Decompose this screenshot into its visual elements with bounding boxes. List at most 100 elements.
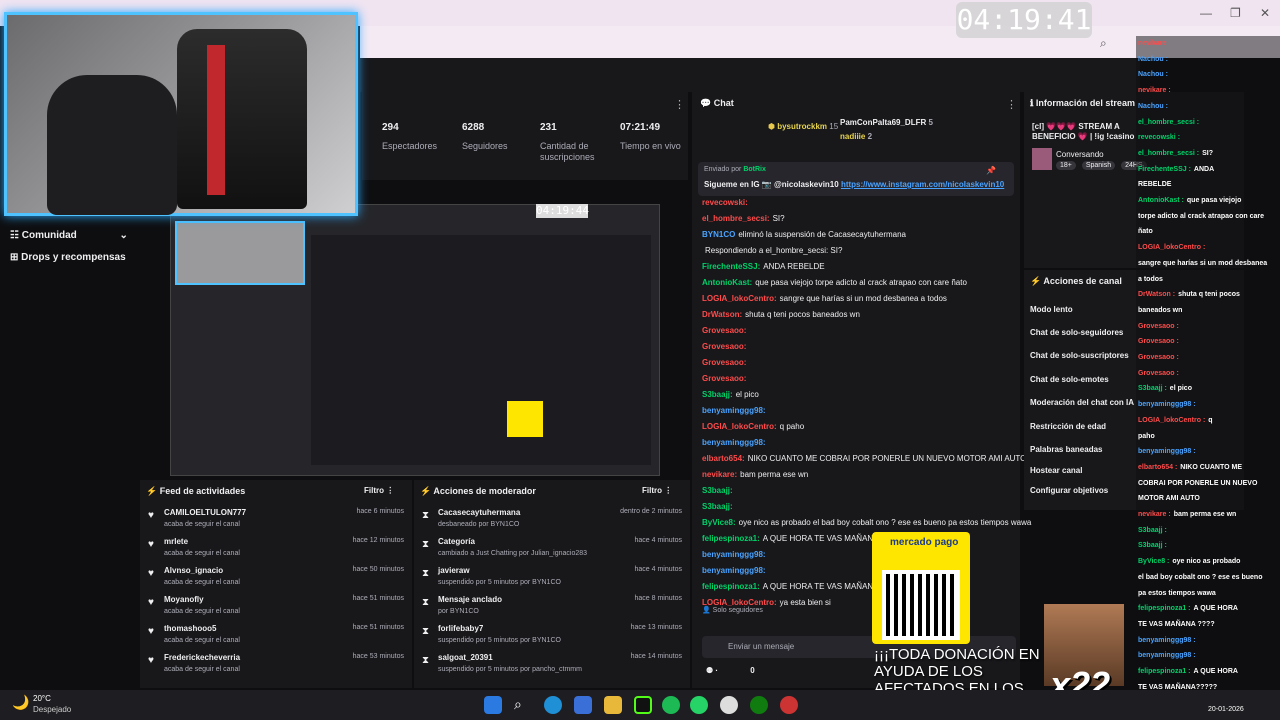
row-subtitle: desbaneado por BYN1CO <box>438 521 520 528</box>
overlay-chat-line: S3baajj : <box>1138 526 1167 534</box>
action-icon: ⧗ <box>422 568 430 579</box>
feed-row[interactable]: ♥ Alvnso_ignacio acaba de seguir el canal h… <box>140 566 412 595</box>
overlay-chat-line: revecowski : <box>1138 134 1181 142</box>
nav-drops[interactable]: ⊞ Drops y recompensas <box>10 252 126 263</box>
zoom-icon[interactable]: ⌕ <box>1100 36 1107 51</box>
start-icon[interactable] <box>484 696 502 714</box>
chat-more-icon[interactable]: ⋮ <box>1006 98 1017 111</box>
more-icon[interactable]: ⋮ <box>674 98 685 111</box>
spotify-icon[interactable] <box>662 696 680 714</box>
overlay-chat-line: sangre que harías si un mod desbanea <box>1138 259 1268 267</box>
top-gifter-2: PamConPalta69_DLFR 5 <box>840 118 933 127</box>
channel-action-item[interactable]: Hostear canal <box>1030 466 1082 475</box>
overlay-chat-line: el bad boy cobalt ono ? ese es bueno <box>1138 573 1263 581</box>
xbox-icon[interactable] <box>750 696 768 714</box>
channel-action-item[interactable]: Chat de solo-emotes <box>1030 375 1109 384</box>
row-title: Mensaje anclado <box>438 595 503 604</box>
nav-comunidad[interactable]: ☷ Comunidad ⌄ <box>10 230 128 241</box>
mod-row[interactable]: ⧗ forlifebaby7 suspendido por 5 minutos po… <box>414 624 690 653</box>
feed-row[interactable]: ♥ mrlete acaba de seguir el canal hace 12 m… <box>140 537 412 566</box>
row-time: hace 6 minutos <box>356 508 404 515</box>
overlay-chat-line: MOTOR AMI AUTO <box>1138 495 1200 503</box>
mod-row[interactable]: ⧗ javieraw suspendido por 5 minutos por BY… <box>414 566 690 595</box>
overlay-chat-line: benyaminggg98 : <box>1138 652 1196 660</box>
row-title: thomashooo5 <box>164 624 217 633</box>
pinned-message[interactable]: Enviado por BotRix Siguеme en IG 📷 @nico… <box>698 162 1014 196</box>
obs-icon[interactable] <box>780 696 798 714</box>
mod-row[interactable]: ⧗ Mensaje anclado por BYN1CO hace 8 minutos <box>414 595 690 624</box>
channel-action-item[interactable]: Configurar objetivos <box>1030 486 1108 495</box>
row-subtitle: suspendido por 5 minutos por BYN1CO <box>438 579 561 586</box>
overlay-chat-line: nevikare : bam perma ese wn <box>1138 511 1237 518</box>
whatsapp-icon[interactable] <box>690 696 708 714</box>
folder-icon[interactable] <box>604 696 622 714</box>
feed-row[interactable]: ♥ Frederickecheverria acaba de seguir el c… <box>140 653 412 682</box>
search-icon[interactable]: ⌕ <box>514 696 532 714</box>
overlay-chat-line: elbarto654 : NIKO CUANTO ME <box>1138 463 1243 471</box>
streamer <box>47 75 177 215</box>
preview-qr <box>507 401 543 437</box>
channel-action-item[interactable]: Chat de solo-suscriptores <box>1030 351 1129 360</box>
overlay-chat-line: paho <box>1138 432 1155 440</box>
mod-row[interactable]: ⧗ Categoría cambiado a Just Chatting por J… <box>414 537 690 566</box>
channel-action-item[interactable]: Restricción de edad <box>1030 422 1106 431</box>
feed-row[interactable]: ♥ CAMILOELTULON777 acaba de seguir el cana… <box>140 508 412 537</box>
edge-icon[interactable] <box>544 696 562 714</box>
overlay-chat-line: benyaminggg98 : <box>1138 448 1196 456</box>
action-icon: ⧗ <box>422 655 430 666</box>
pin-icon[interactable]: 📌 <box>986 166 996 175</box>
top-gifter-1: ⬢ bysutrockkm 15 <box>768 122 839 131</box>
channel-action-item[interactable]: Modo lento <box>1030 305 1073 314</box>
heart-icon: ♥ <box>148 597 154 608</box>
store-icon[interactable] <box>574 696 592 714</box>
qr-code <box>882 570 960 640</box>
stream-preview[interactable] <box>170 204 660 476</box>
channel-action-item[interactable]: Moderación del chat con IA <box>1030 398 1134 407</box>
overlay-chat-line: S3baajj : <box>1138 542 1167 550</box>
maximize-icon[interactable]: ❐ <box>1230 6 1241 20</box>
action-icon: ⧗ <box>422 510 430 521</box>
feed-filter-button[interactable]: Filtro ⋮ <box>364 486 394 495</box>
channel-action-item[interactable]: Chat de solo-seguidores <box>1030 328 1123 337</box>
row-title: salgoat_20391 <box>438 653 493 662</box>
minimize-icon[interactable]: — <box>1200 6 1212 20</box>
chat-message: S3baajj: <box>702 502 733 511</box>
feed-row[interactable]: ♥ thomashooo5 acaba de seguir el canal hace… <box>140 624 412 653</box>
mod-row[interactable]: ⧗ salgoat_20391 suspendido por 5 minutos p… <box>414 653 690 682</box>
row-title: Alvnso_ignacio <box>164 566 224 575</box>
chat-message: revecowski: <box>702 198 748 207</box>
overlay-chat-line: COBRAI POR PONERLE UN NUEVO <box>1138 479 1258 487</box>
overlay-chat-line: LOGIA_lokoCentro :q <box>1138 416 1213 424</box>
stat-followers: 6288 Seguidores <box>462 122 508 151</box>
overlay-chat-line: LOGIA_lokoCentro : <box>1138 244 1206 252</box>
row-title: CAMILOELTULON777 <box>164 508 247 517</box>
followers-only-label: 👤 Solo seguidores <box>702 607 763 614</box>
action-icon: ⧗ <box>422 597 430 608</box>
kick-icon[interactable] <box>634 696 652 714</box>
overlay-chat-line: nevikare : <box>1138 87 1171 95</box>
overlay-chat-line: benyaminggg98 : <box>1138 401 1196 409</box>
close-icon[interactable]: ✕ <box>1260 6 1270 20</box>
chrome-icon[interactable] <box>720 696 738 714</box>
overlay-chat-line: ñato <box>1138 228 1153 236</box>
chat-message: Grovesaoo: <box>702 374 747 383</box>
chat-message: AntonioKast: que pasa viejojo torpe adict… <box>702 278 967 287</box>
stream-tags: 18+ Spanish 24HS <box>1056 161 1147 170</box>
mod-row[interactable]: ⧗ Cacasecaytuhermana desbaneado por BYN1CO… <box>414 508 690 537</box>
row-time: hace 13 minutos <box>630 624 682 631</box>
chat-message: ByVice8: oye nico as probado el bad boy c… <box>702 518 1032 527</box>
row-subtitle: acaba de seguir el canal <box>164 608 240 615</box>
overlay-chat-line: DrWatson : shuta q teni pocos <box>1138 291 1240 299</box>
row-subtitle: acaba de seguir el canal <box>164 579 240 586</box>
channel-points[interactable]: ⚉ · 0 <box>706 666 755 675</box>
row-time: hace 4 minutos <box>634 566 682 573</box>
overlay-chat-line: felipespinoza1 :A QUE HORA <box>1138 668 1238 675</box>
category-thumbnail <box>1032 148 1052 170</box>
channel-action-item[interactable]: Palabras baneadas <box>1030 445 1102 454</box>
mod-filter-button[interactable]: Filtro ⋮ <box>642 486 672 495</box>
heart-icon: ♥ <box>148 568 154 579</box>
stream-stats: 294 Espectadores 6288 Seguidores 231 Cantid… <box>362 92 688 180</box>
feed-row[interactable]: ♥ Moyanofly acaba de seguir el canal hace 5… <box>140 595 412 624</box>
chat-message: benyaminggg98: <box>702 566 766 575</box>
overlay-chat-line: baneados wn <box>1138 306 1183 314</box>
